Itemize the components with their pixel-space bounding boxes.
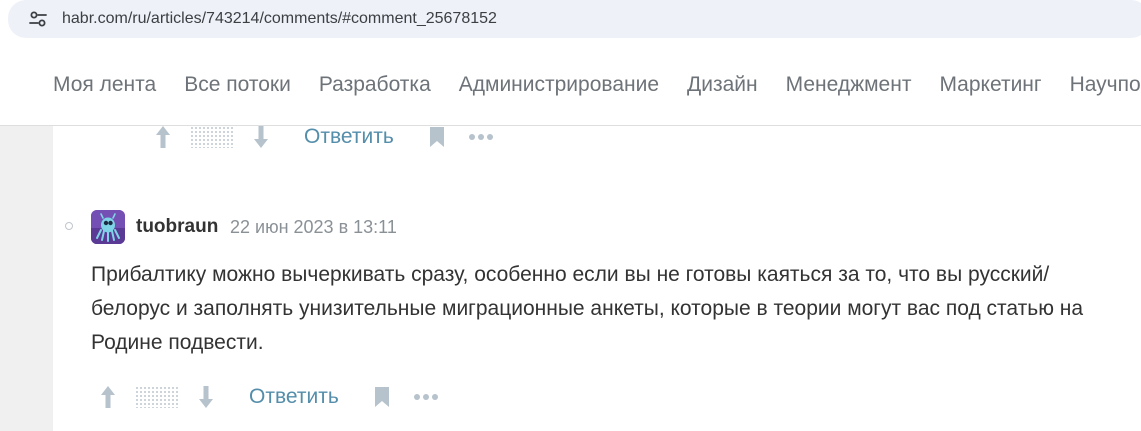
score-placeholder: [190, 126, 234, 148]
comments-panel: Ответить tuobraun 22 июн 2023 в 13:11 Пр…: [53, 124, 1141, 431]
score-placeholder: [135, 386, 179, 408]
reply-link[interactable]: Ответить: [304, 124, 394, 150]
url-text[interactable]: habr.com/ru/articles/743214/comments/#co…: [62, 9, 497, 29]
more-options-icon[interactable]: [413, 391, 439, 403]
prev-comment-actions: Ответить: [152, 124, 494, 150]
comment-body: Прибалтику можно вычеркивать сразу, особ…: [91, 263, 1084, 354]
more-options-icon[interactable]: [468, 131, 494, 143]
nav-item-design[interactable]: Дизайн: [687, 72, 758, 98]
browser-address-bar: habr.com/ru/articles/743214/comments/#co…: [0, 0, 1141, 48]
nav-item-administration[interactable]: Администрирование: [459, 72, 659, 98]
vote-down-icon[interactable]: [250, 124, 272, 150]
comment-timestamp[interactable]: 22 июн 2023 в 13:11: [230, 216, 397, 238]
tune-icon[interactable]: [28, 9, 48, 29]
nav-items: Моя лента Все потоки Разработка Админист…: [53, 72, 1141, 98]
thread-bullet: [65, 222, 73, 230]
url-field[interactable]: habr.com/ru/articles/743214/comments/#co…: [8, 0, 1141, 38]
vote-up-icon[interactable]: [152, 124, 174, 150]
vote-up-icon[interactable]: [97, 384, 119, 410]
avatar[interactable]: [91, 210, 125, 244]
comment-actions: Ответить: [97, 384, 439, 410]
bookmark-icon[interactable]: [428, 125, 446, 149]
nav-item-all-flows[interactable]: Все потоки: [184, 72, 291, 98]
bookmark-icon[interactable]: [373, 385, 391, 409]
nav-item-my-feed[interactable]: Моя лента: [53, 72, 156, 98]
habr-nav-bar: Моя лента Все потоки Разработка Админист…: [0, 48, 1141, 126]
comment-author[interactable]: tuobraun: [136, 215, 218, 239]
nav-item-management[interactable]: Менеджмент: [786, 72, 912, 98]
nav-item-popular-science[interactable]: Научпоп: [1070, 72, 1141, 98]
nav-item-marketing[interactable]: Маркетинг: [939, 72, 1041, 98]
vote-down-icon[interactable]: [195, 384, 217, 410]
nav-item-development[interactable]: Разработка: [319, 72, 431, 98]
reply-link[interactable]: Ответить: [249, 384, 339, 410]
